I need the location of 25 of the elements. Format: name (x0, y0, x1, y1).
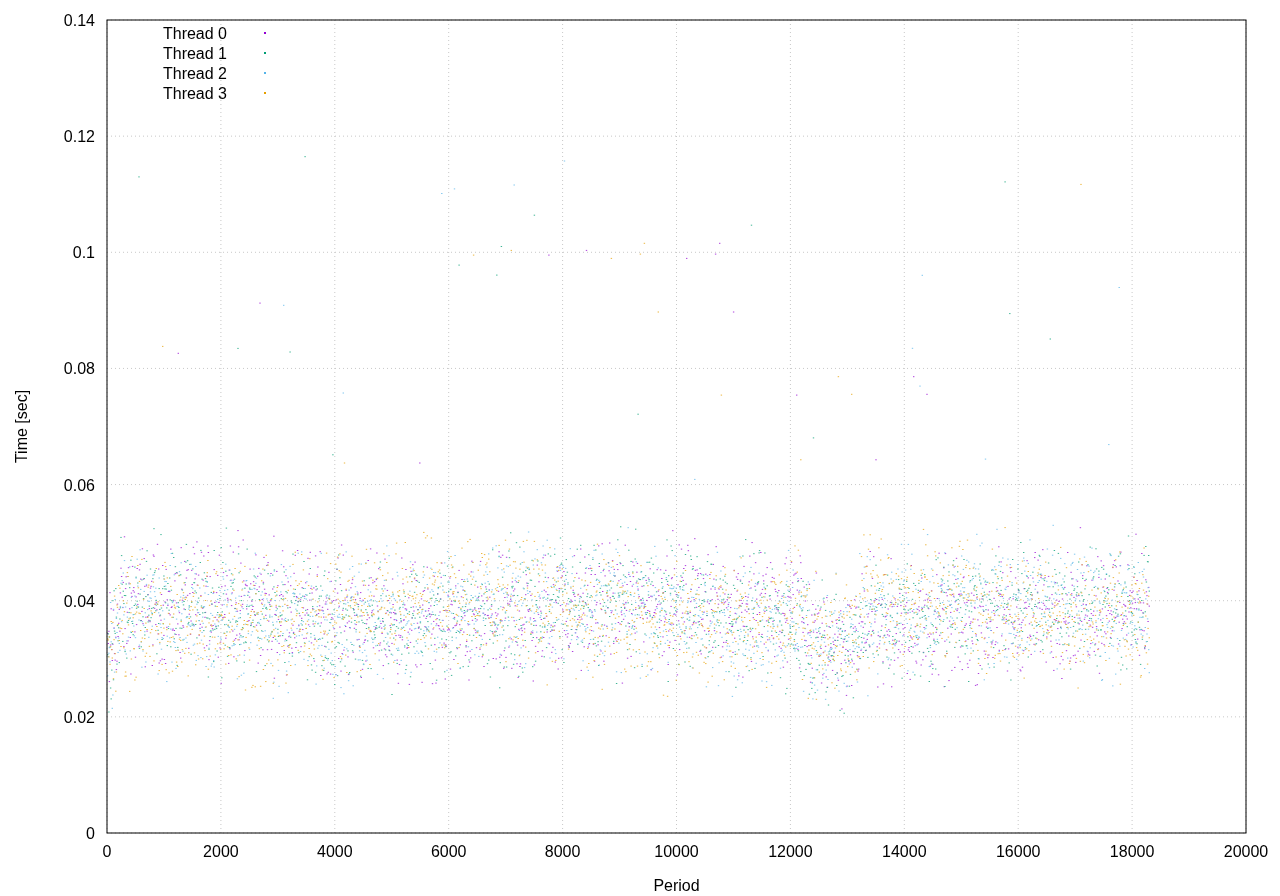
y-tick-label: 0.08 (63, 360, 95, 378)
x-tick-label: 16000 (995, 843, 1041, 860)
x-tick-label: 20000 (1223, 843, 1269, 860)
x-tick-label: 0 (102, 843, 112, 860)
y-tick-label: 0.04 (63, 592, 95, 610)
legend-label: Thread 0 (162, 25, 227, 42)
y-tick-label: 0.06 (63, 476, 95, 494)
x-tick-label: 2000 (203, 843, 239, 860)
legend-label: Thread 2 (162, 65, 227, 82)
x-tick-label: 6000 (430, 843, 467, 860)
legend-label: Thread 3 (162, 85, 227, 102)
y-tick-label: 0.14 (63, 12, 95, 29)
x-tick-label: 10000 (654, 843, 699, 860)
y-tick-label: 0 (86, 825, 95, 842)
y-tick-label: 0.12 (63, 128, 95, 146)
x-tick-label: 14000 (882, 843, 927, 860)
x-axis-label: Period (653, 877, 700, 894)
x-tick-label: 12000 (768, 843, 813, 860)
y-tick-label: 0.1 (72, 244, 95, 262)
y-axis-label: Time [sec] (13, 389, 30, 464)
legend-label: Thread 1 (162, 45, 227, 62)
x-tick-label: 18000 (1109, 843, 1155, 860)
x-tick-label: 4000 (317, 843, 353, 860)
x-tick-label: 8000 (544, 843, 581, 860)
y-tick-label: 0.02 (63, 708, 95, 726)
